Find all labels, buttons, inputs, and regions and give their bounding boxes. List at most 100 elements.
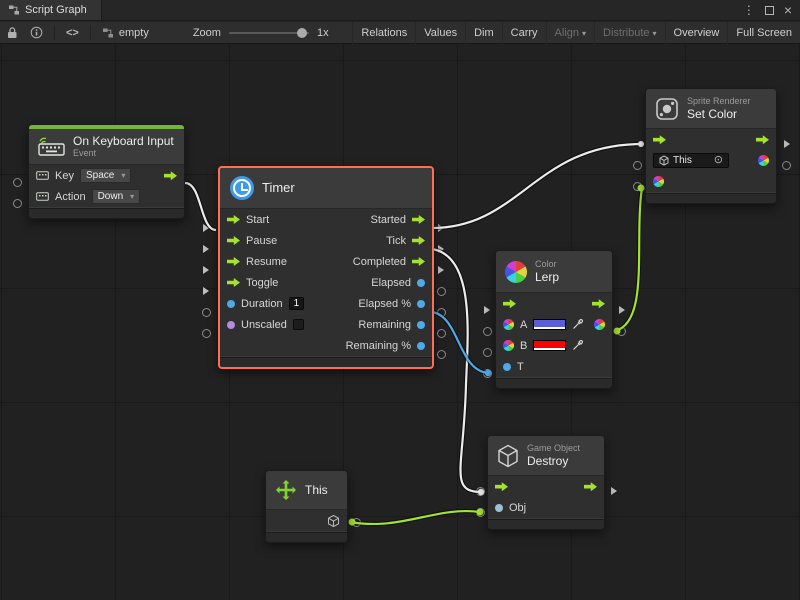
- node-title: Destroy: [527, 454, 580, 468]
- elapsed-pct-port[interactable]: [417, 300, 425, 308]
- a-port[interactable]: [503, 319, 514, 330]
- overview-button[interactable]: Overview: [665, 22, 728, 44]
- toggle-port[interactable]: [227, 278, 240, 287]
- ext-port-timer-duration[interactable]: [202, 308, 211, 317]
- node-this[interactable]: This: [265, 470, 348, 543]
- ext-port-timer-completed[interactable]: [438, 266, 444, 274]
- cube-icon: [497, 444, 519, 468]
- action-dropdown[interactable]: Down ▾: [92, 189, 141, 204]
- color-a-swatch[interactable]: [533, 319, 566, 330]
- eyedropper-icon[interactable]: [572, 319, 583, 330]
- flow-out-port[interactable]: [592, 299, 605, 308]
- chevron-down-icon: ▾: [653, 29, 657, 38]
- info-button[interactable]: [24, 26, 49, 39]
- ext-port-action[interactable]: [13, 199, 22, 208]
- result-port[interactable]: [594, 319, 605, 330]
- start-label: Start: [246, 214, 269, 226]
- target-value: This: [673, 155, 692, 166]
- node-footer: [488, 518, 604, 529]
- flow-in-port[interactable]: [495, 482, 508, 491]
- values-button[interactable]: Values: [415, 22, 465, 44]
- flow-out-port[interactable]: [584, 482, 597, 491]
- ext-port-timer-pause[interactable]: [203, 245, 209, 253]
- remaining-port[interactable]: [417, 321, 425, 329]
- close-icon[interactable]: ×: [784, 3, 792, 17]
- zoom-slider-knob[interactable]: [297, 28, 307, 38]
- unscaled-checkbox[interactable]: [293, 319, 304, 330]
- lock-button[interactable]: [0, 26, 24, 39]
- started-label: Started: [371, 214, 406, 226]
- unscaled-port[interactable]: [227, 321, 235, 329]
- graph-canvas[interactable]: On Keyboard Input Event Key Space ▾: [0, 44, 800, 600]
- resume-port[interactable]: [227, 257, 240, 266]
- pause-port[interactable]: [227, 236, 240, 245]
- wire-timer-tick-to-destroy: [432, 249, 484, 495]
- node-destroy[interactable]: Game Object Destroy Obj: [487, 435, 605, 530]
- node-on-keyboard-input[interactable]: On Keyboard Input Event Key Space ▾: [28, 124, 185, 219]
- ext-port-timer-unscaled[interactable]: [202, 329, 211, 338]
- pause-label: Pause: [246, 235, 277, 247]
- tick-port[interactable]: [412, 236, 425, 245]
- obj-port[interactable]: [495, 504, 503, 512]
- relations-button[interactable]: Relations: [352, 22, 415, 44]
- keyboard-icon: [38, 137, 65, 156]
- dim-button[interactable]: Dim: [465, 22, 502, 44]
- remaining-pct-port[interactable]: [417, 342, 425, 350]
- align-button[interactable]: Align▾: [546, 22, 594, 44]
- started-port[interactable]: [412, 215, 425, 224]
- flow-out-port[interactable]: [164, 171, 177, 180]
- ext-port-timer-elapsed[interactable]: [437, 287, 446, 296]
- completed-port[interactable]: [412, 257, 425, 266]
- ext-port-lerp-a[interactable]: [483, 327, 492, 336]
- node-title: On Keyboard Input: [73, 134, 174, 148]
- elapsed-port[interactable]: [417, 279, 425, 287]
- key-dropdown[interactable]: Space ▾: [80, 168, 131, 183]
- ext-port-timer-resume[interactable]: [203, 266, 209, 274]
- object-picker-icon[interactable]: ⊙: [714, 155, 723, 166]
- window-menu-icon[interactable]: ⋮: [743, 4, 755, 16]
- ext-port-lerp-flow-in[interactable]: [484, 306, 490, 314]
- ext-port-destroy-flow-out[interactable]: [611, 487, 617, 495]
- node-footer: [29, 207, 184, 218]
- distribute-button[interactable]: Distribute▾: [594, 22, 664, 44]
- ext-port-lerp-flow-out[interactable]: [619, 306, 625, 314]
- ext-port-timer-remaining-pct[interactable]: [437, 350, 446, 359]
- color-b-swatch[interactable]: [533, 340, 566, 351]
- ext-port-setcolor-out-value[interactable]: [782, 161, 791, 170]
- node-set-color[interactable]: Sprite Renderer Set Color This ⊙: [645, 88, 777, 204]
- game-object-port-icon[interactable]: [327, 514, 340, 528]
- node-color-lerp[interactable]: Color Lerp A B T: [495, 250, 613, 389]
- tab-title: Script Graph: [25, 4, 87, 16]
- ext-port-setcolor-flow-out[interactable]: [784, 140, 790, 148]
- b-port[interactable]: [503, 340, 514, 351]
- color-in-port[interactable]: [653, 176, 664, 187]
- zoom-slider[interactable]: [229, 32, 309, 34]
- elapsed-pct-label: Elapsed %: [358, 298, 411, 310]
- ext-port-setcolor-this[interactable]: [633, 161, 642, 170]
- node-timer[interactable]: Timer Start Started Pause Tick Resume Co…: [218, 166, 434, 369]
- ext-port-lerp-b[interactable]: [483, 348, 492, 357]
- maximize-icon[interactable]: [765, 6, 774, 15]
- tab-script-graph[interactable]: Script Graph: [0, 0, 102, 20]
- code-view-button[interactable]: <>: [60, 27, 85, 39]
- node-title: Set Color: [687, 107, 751, 121]
- carry-button[interactable]: Carry: [502, 22, 546, 44]
- start-port[interactable]: [227, 215, 240, 224]
- ext-port-timer-remaining[interactable]: [437, 329, 446, 338]
- eyedropper-icon[interactable]: [572, 340, 583, 351]
- flow-in-port[interactable]: [653, 135, 666, 144]
- lock-icon: [6, 26, 18, 39]
- flow-out-port[interactable]: [756, 135, 769, 144]
- duration-port[interactable]: [227, 300, 235, 308]
- chevron-down-icon: ▾: [121, 171, 125, 180]
- fullscreen-button[interactable]: Full Screen: [727, 22, 800, 44]
- color-out-port[interactable]: [758, 155, 769, 166]
- ext-port-key[interactable]: [13, 178, 22, 187]
- graph-status-label: empty: [119, 27, 149, 39]
- t-port[interactable]: [503, 363, 511, 371]
- wire-this-to-destroy-obj: [349, 509, 484, 526]
- duration-field[interactable]: 1: [289, 297, 305, 310]
- target-object-field[interactable]: This ⊙: [653, 153, 729, 168]
- flow-in-port[interactable]: [503, 299, 516, 308]
- ext-port-timer-toggle[interactable]: [203, 287, 209, 295]
